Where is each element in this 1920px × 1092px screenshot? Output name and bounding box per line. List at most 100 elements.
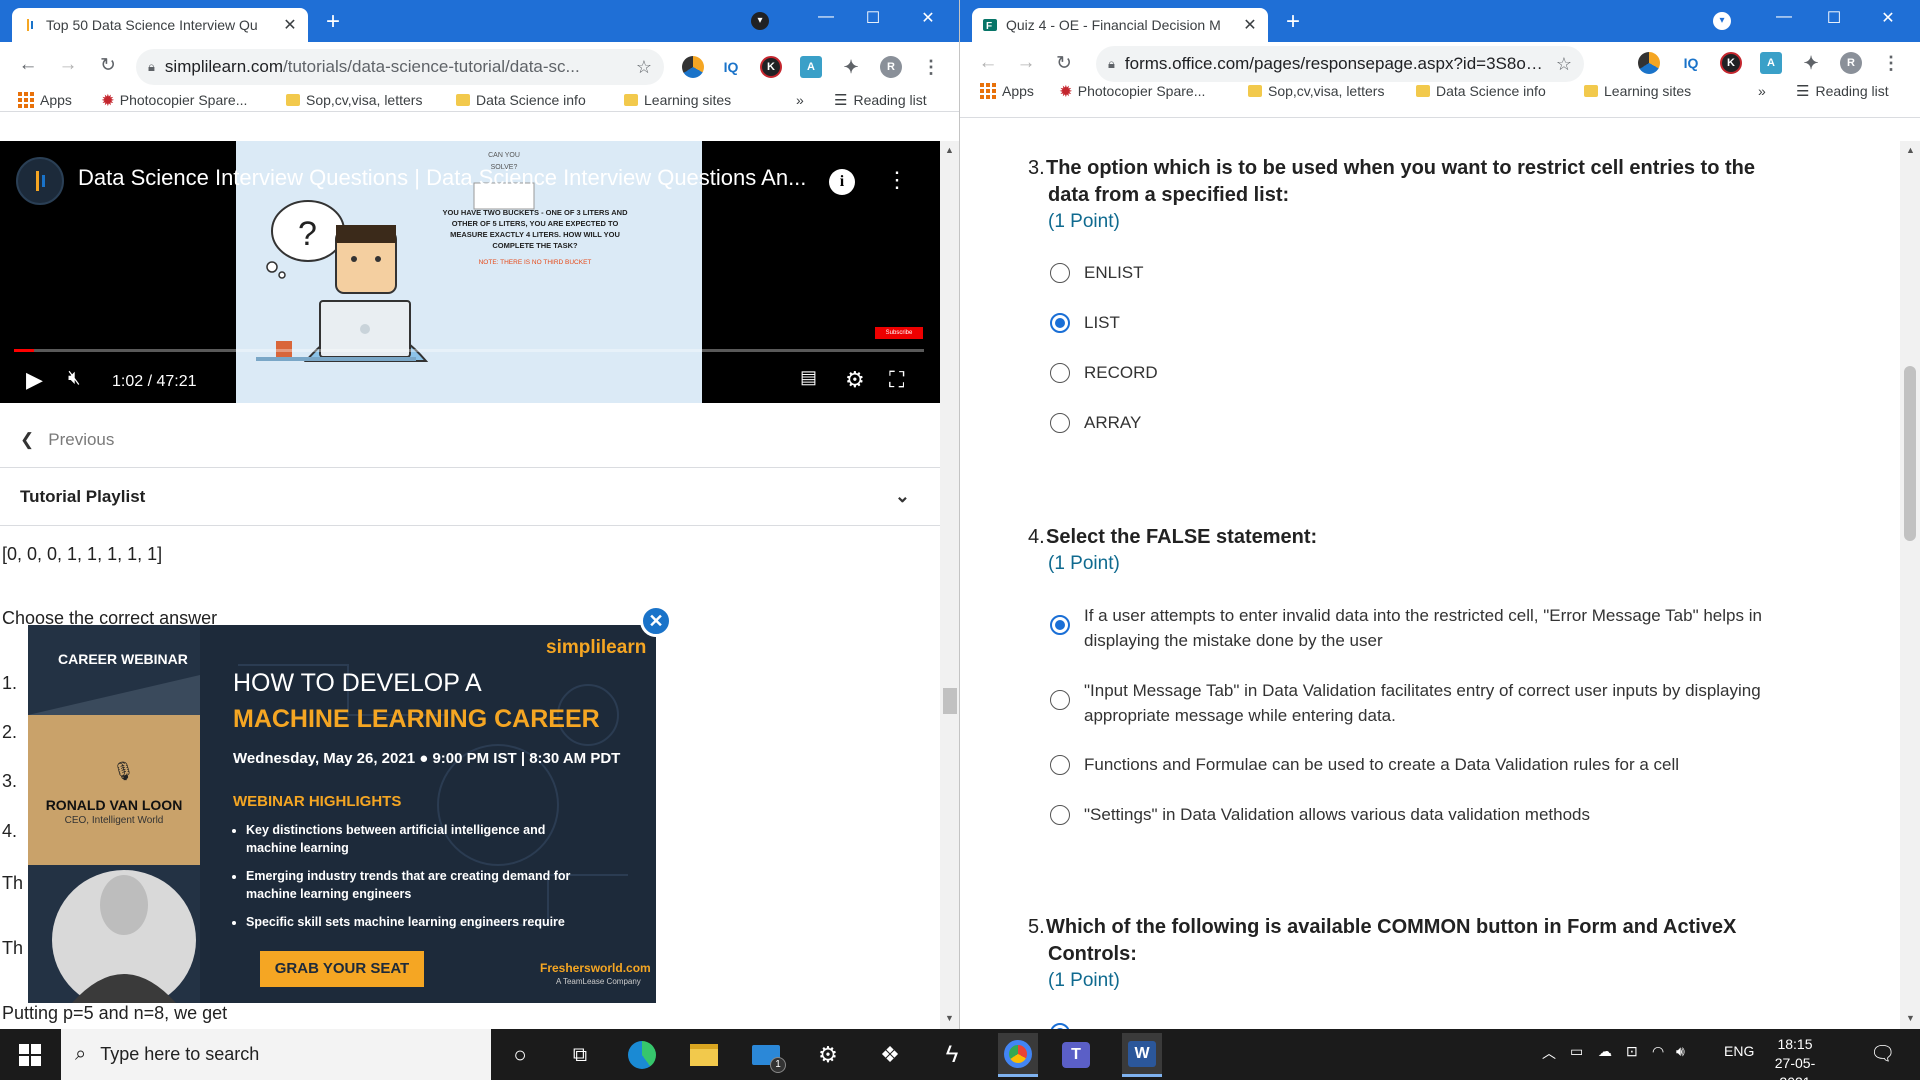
close-window-button[interactable]: ✕	[910, 8, 946, 28]
radio-button[interactable]	[1050, 755, 1070, 775]
channel-logo[interactable]	[16, 157, 64, 205]
iq-extension-icon[interactable]: IQ	[1680, 52, 1702, 74]
bookmark-folder-data-science[interactable]: Data Science info	[456, 89, 586, 111]
back-icon[interactable]: ←	[976, 52, 1000, 74]
show-hidden-icons[interactable]: ︿	[1542, 1043, 1556, 1063]
mute-icon[interactable]: 🔇︎	[68, 367, 81, 390]
network-status-icon[interactable]: ⊡	[1626, 1043, 1638, 1060]
volume-icon[interactable]: 🔊︎	[1676, 1043, 1685, 1060]
minimize-button[interactable]: —	[808, 8, 844, 26]
radio-button[interactable]	[1050, 805, 1070, 825]
left-scrollbar[interactable]: ▲ ▼	[940, 141, 959, 1029]
text-extension-icon[interactable]: A	[800, 56, 822, 78]
right-scrollbar[interactable]: ▲ ▼	[1900, 141, 1920, 1029]
extension-color-icon[interactable]	[1638, 52, 1660, 74]
video-player[interactable]: ? CAN YOU SOLVE? YOU HAVE TWO BUCKETS - …	[0, 141, 940, 403]
file-explorer-icon[interactable]	[688, 1039, 720, 1071]
reload-icon[interactable]: ↻	[1052, 52, 1076, 75]
new-tab-button[interactable]: +	[1286, 10, 1300, 34]
play-icon[interactable]: ▶	[26, 367, 43, 393]
maximize-button[interactable]: ☐	[855, 8, 891, 28]
bookmarks-overflow-icon[interactable]: »	[796, 89, 804, 111]
radio-button[interactable]	[1050, 263, 1070, 283]
onedrive-icon[interactable]: ☁	[1598, 1043, 1612, 1060]
info-icon[interactable]: i	[829, 169, 855, 195]
bookmark-folder-data-science[interactable]: Data Science info	[1416, 80, 1546, 102]
bookmark-photocopier[interactable]: ✹ Photocopier Spare...	[102, 89, 247, 111]
windows-start-icon[interactable]	[14, 1039, 46, 1071]
mail-icon[interactable]: 1	[750, 1039, 786, 1073]
option-enlist[interactable]: ENLIST	[1050, 260, 1144, 285]
close-window-button[interactable]: ✕	[1870, 8, 1906, 28]
video-progress-bar[interactable]	[14, 349, 924, 352]
minimize-button[interactable]: —	[1766, 8, 1802, 26]
close-tab-icon[interactable]: ✕	[1242, 15, 1258, 35]
wifi-icon[interactable]: ◠	[1652, 1043, 1664, 1060]
taskbar-clock[interactable]: 18:15 27-05-2021	[1760, 1035, 1830, 1092]
menu-kebab-icon[interactable]: ⋮	[920, 56, 942, 78]
maximize-button[interactable]: ☐	[1816, 8, 1852, 28]
forward-icon[interactable]: →	[56, 54, 80, 76]
reading-list-button[interactable]: ☰ Reading list	[834, 89, 927, 111]
bookmark-folder-sop[interactable]: Sop,cv,visa, letters	[1248, 80, 1384, 102]
tutorial-playlist-toggle[interactable]: Tutorial Playlist ⌄	[0, 468, 940, 526]
edge-icon[interactable]	[626, 1039, 658, 1071]
scroll-down-icon[interactable]: ▼	[945, 1013, 954, 1023]
profile-avatar[interactable]: R	[1840, 52, 1862, 74]
battery-icon[interactable]: ▭	[1570, 1043, 1583, 1060]
language-indicator[interactable]: ENG	[1724, 1043, 1754, 1059]
chrome-icon[interactable]	[998, 1033, 1038, 1077]
radio-button-selected[interactable]	[1050, 313, 1070, 333]
tab-search-icon[interactable]: ▾	[742, 12, 778, 30]
option-array[interactable]: ARRAY	[1050, 410, 1141, 435]
word-icon[interactable]: W	[1122, 1033, 1162, 1077]
radio-button-selected[interactable]	[1050, 615, 1070, 635]
captions-icon[interactable]: ▤	[800, 367, 817, 388]
option-error-message[interactable]: If a user attempts to enter invalid data…	[1050, 603, 1810, 653]
iq-extension-icon[interactable]: IQ	[720, 56, 742, 78]
webinar-popup[interactable]: CAREER WEBINAR simplilearn 🎙︎ RONALD VAN…	[28, 625, 656, 1003]
taskbar-search-box[interactable]: ⌕ Type here to search	[61, 1029, 491, 1080]
grab-your-seat-button[interactable]: GRAB YOUR SEAT	[260, 951, 424, 987]
settings-gear-icon[interactable]: ⚙	[812, 1039, 844, 1071]
tab-simplilearn[interactable]: Top 50 Data Science Interview Qu ✕	[12, 8, 308, 42]
radio-button[interactable]	[1050, 690, 1070, 710]
radio-button[interactable]	[1050, 363, 1070, 383]
address-bar[interactable]: 🔒︎ forms.office.com/pages/responsepage.a…	[1096, 46, 1584, 82]
menu-kebab-icon[interactable]: ⋮	[1880, 52, 1902, 74]
bookmark-star-icon[interactable]: ☆	[636, 57, 652, 78]
notifications-icon[interactable]: 🗨︎	[1870, 1041, 1895, 1066]
fullscreen-icon[interactable]: ⛶	[889, 367, 904, 393]
scroll-up-icon[interactable]: ▲	[945, 145, 954, 155]
option-input-message[interactable]: "Input Message Tab" in Data Validation f…	[1050, 678, 1810, 728]
text-extension-icon[interactable]: A	[1760, 52, 1782, 74]
option-functions[interactable]: Functions and Formulae can be used to cr…	[1050, 752, 1810, 777]
k-extension-icon[interactable]: K	[1720, 52, 1742, 74]
cortana-icon[interactable]: ○	[504, 1039, 536, 1071]
option-list[interactable]: LIST	[1050, 310, 1120, 335]
scroll-thumb[interactable]	[1904, 366, 1916, 541]
radio-button[interactable]	[1050, 413, 1070, 433]
forward-icon[interactable]: →	[1014, 52, 1038, 74]
subscribe-badge[interactable]: Subscribe	[875, 327, 923, 339]
bookmark-folder-learning[interactable]: Learning sites	[624, 89, 731, 111]
profile-avatar[interactable]: R	[880, 56, 902, 78]
new-tab-button[interactable]: +	[326, 10, 340, 34]
video-title[interactable]: Data Science Interview Questions | Data …	[78, 165, 818, 191]
bookmark-apps[interactable]: Apps	[18, 89, 72, 111]
scroll-thumb[interactable]	[943, 688, 957, 714]
scroll-up-icon[interactable]: ▲	[1906, 145, 1915, 155]
extension-color-icon[interactable]	[682, 56, 704, 78]
bookmarks-overflow-icon[interactable]: »	[1758, 80, 1766, 102]
k-extension-icon[interactable]: K	[760, 56, 782, 78]
reload-icon[interactable]: ↻	[96, 54, 120, 77]
dropbox-icon[interactable]: ❖	[874, 1039, 906, 1071]
address-bar[interactable]: 🔒︎ simplilearn.com/tutorials/data-scienc…	[136, 49, 664, 85]
settings-gear-icon[interactable]: ⚙	[845, 367, 865, 393]
bookmark-photocopier[interactable]: ✹ Photocopier Spare...	[1060, 80, 1205, 102]
bookmark-folder-learning[interactable]: Learning sites	[1584, 80, 1691, 102]
option-record[interactable]: RECORD	[1050, 360, 1158, 385]
popup-close-icon[interactable]: ✕	[640, 605, 672, 637]
radio-button-partial[interactable]	[1050, 1020, 1070, 1029]
extensions-puzzle-icon[interactable]: ✦	[840, 56, 862, 78]
